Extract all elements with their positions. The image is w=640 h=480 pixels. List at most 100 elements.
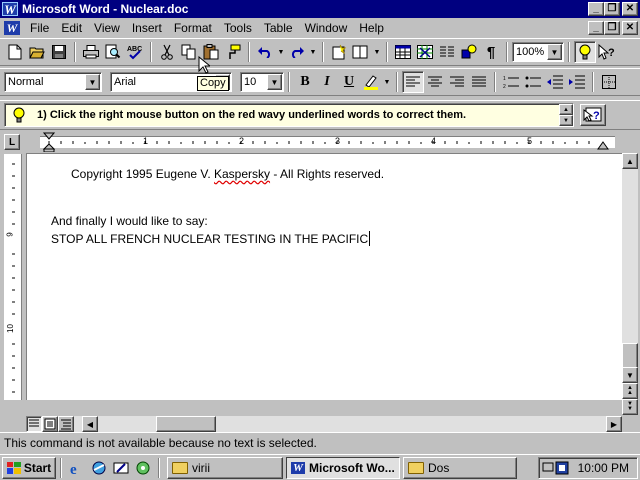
right-indent-marker-icon[interactable] bbox=[597, 141, 609, 151]
copy-icon[interactable] bbox=[178, 41, 200, 63]
help-pointer-icon[interactable]: ? bbox=[596, 41, 618, 63]
internet-explorer-icon[interactable]: e bbox=[66, 457, 88, 479]
bullets-icon[interactable] bbox=[522, 71, 544, 93]
menu-edit[interactable]: Edit bbox=[55, 21, 88, 35]
font-size-select[interactable]: 10 ▼ bbox=[240, 72, 284, 92]
show-paragraph-icon[interactable]: ¶ bbox=[480, 41, 502, 63]
scroll-down-icon[interactable]: ▼ bbox=[622, 367, 638, 383]
clock[interactable]: 10:00 PM bbox=[578, 461, 629, 475]
tip-scroll-down-icon[interactable]: ▼ bbox=[559, 115, 573, 126]
close-button[interactable]: ✕ bbox=[622, 2, 638, 16]
menu-table[interactable]: Table bbox=[258, 21, 299, 35]
print-icon[interactable] bbox=[80, 41, 102, 63]
normal-view-icon[interactable] bbox=[26, 416, 42, 432]
menu-tools[interactable]: Tools bbox=[218, 21, 258, 35]
doc-minimize-button[interactable]: _ bbox=[588, 21, 604, 35]
document-icon[interactable]: W bbox=[4, 20, 20, 35]
tray-network-icon[interactable] bbox=[542, 460, 570, 476]
menu-file[interactable]: File bbox=[24, 21, 55, 35]
vertical-ruler[interactable]: 9 10 bbox=[4, 154, 22, 400]
drawing-icon[interactable] bbox=[458, 41, 480, 63]
undo-dropdown-icon[interactable]: ▼ bbox=[276, 41, 286, 63]
horizontal-scroll-thumb[interactable] bbox=[156, 416, 216, 432]
previous-page-icon[interactable]: ▲ ▲ bbox=[622, 383, 638, 399]
insert-address-book-icon[interactable] bbox=[350, 41, 372, 63]
taskbar-button-virii[interactable]: virii bbox=[167, 456, 283, 479]
vertical-scrollbar[interactable]: ▲ ▼ ▲ ▲ ▼ ▼ bbox=[622, 153, 638, 415]
underline-button[interactable]: U bbox=[338, 71, 360, 93]
menu-view[interactable]: View bbox=[88, 21, 126, 35]
borders-icon[interactable] bbox=[598, 71, 620, 93]
ruler-strip[interactable]: 1 2 3 4 5 bbox=[40, 136, 615, 148]
increase-indent-icon[interactable] bbox=[566, 71, 588, 93]
tip-scroll-up-icon[interactable]: ▲ bbox=[559, 104, 573, 115]
align-center-icon[interactable] bbox=[424, 71, 446, 93]
menu-help[interactable]: Help bbox=[353, 21, 390, 35]
numbering-icon[interactable]: 12 bbox=[500, 71, 522, 93]
redo-dropdown-icon[interactable]: ▼ bbox=[308, 41, 318, 63]
outlook-express-icon[interactable] bbox=[88, 457, 110, 479]
decrease-indent-icon[interactable] bbox=[544, 71, 566, 93]
start-button[interactable]: Start bbox=[2, 456, 56, 479]
minimize-button[interactable]: _ bbox=[588, 2, 604, 16]
align-left-icon[interactable] bbox=[402, 71, 424, 93]
menu-insert[interactable]: Insert bbox=[126, 21, 168, 35]
italic-button[interactable]: I bbox=[316, 71, 338, 93]
scroll-thumb[interactable] bbox=[622, 343, 638, 369]
channels-icon[interactable] bbox=[132, 457, 154, 479]
menu-format[interactable]: Format bbox=[168, 21, 218, 35]
cut-scissors-icon[interactable] bbox=[156, 41, 178, 63]
next-page-icon[interactable]: ▼ ▼ bbox=[622, 399, 638, 415]
style-select[interactable]: Normal ▼ bbox=[4, 72, 102, 92]
folder-icon bbox=[172, 461, 188, 474]
style-dropdown-icon[interactable]: ▼ bbox=[85, 74, 100, 90]
copyright-line[interactable]: Copyright 1995 Eugene V. Kaspersky - All… bbox=[71, 167, 384, 181]
autoformat-icon[interactable] bbox=[328, 41, 350, 63]
show-me-button[interactable]: ? bbox=[580, 104, 606, 126]
menu-window[interactable]: Window bbox=[299, 21, 354, 35]
scroll-right-icon[interactable]: ▶ bbox=[606, 416, 622, 432]
restore-button[interactable]: ❐ bbox=[604, 2, 620, 16]
zoom-select[interactable]: 100% ▼ bbox=[512, 42, 564, 62]
save-disk-icon[interactable] bbox=[48, 41, 70, 63]
open-folder-icon[interactable] bbox=[26, 41, 48, 63]
insert-table-icon[interactable] bbox=[392, 41, 414, 63]
taskbar-button-dos[interactable]: Dos bbox=[403, 456, 517, 479]
document-line-3[interactable]: STOP ALL FRENCH NUCLEAR TESTING IN THE P… bbox=[51, 231, 371, 246]
tip-wizard-bulb-icon[interactable] bbox=[574, 41, 596, 63]
page-layout-view-icon[interactable] bbox=[42, 416, 58, 432]
doc-restore-button[interactable]: ❐ bbox=[604, 21, 620, 35]
taskbar-button-word[interactable]: W Microsoft Wo... bbox=[286, 456, 400, 479]
justify-icon[interactable] bbox=[468, 71, 490, 93]
task-label-virii: virii bbox=[192, 460, 210, 475]
status-text: This command is not available because no… bbox=[4, 435, 317, 450]
font-size-dropdown-icon[interactable]: ▼ bbox=[267, 74, 282, 90]
tab-stop-selector[interactable]: L bbox=[4, 134, 20, 150]
print-preview-icon[interactable] bbox=[102, 41, 124, 63]
doc-close-button[interactable]: ✕ bbox=[622, 21, 638, 35]
scroll-left-icon[interactable]: ◀ bbox=[82, 416, 98, 432]
outline-view-icon[interactable] bbox=[58, 416, 74, 432]
show-desktop-icon[interactable] bbox=[110, 457, 132, 479]
address-dropdown-icon[interactable]: ▼ bbox=[372, 41, 382, 63]
highlight-dropdown-icon[interactable]: ▼ bbox=[382, 71, 392, 93]
align-right-icon[interactable] bbox=[446, 71, 468, 93]
redo-icon[interactable] bbox=[286, 41, 308, 63]
horizontal-scrollbar[interactable]: ◀ ▶ bbox=[26, 416, 622, 432]
insert-excel-icon[interactable] bbox=[414, 41, 436, 63]
document-line-2[interactable]: And finally I would like to say: bbox=[51, 214, 208, 228]
undo-icon[interactable] bbox=[254, 41, 276, 63]
document-area[interactable]: Copyright 1995 Eugene V. Kaspersky - All… bbox=[26, 153, 622, 400]
bold-button[interactable]: B bbox=[294, 71, 316, 93]
scroll-up-icon[interactable]: ▲ bbox=[622, 153, 638, 169]
columns-icon[interactable] bbox=[436, 41, 458, 63]
misspelled-word[interactable]: Kaspersky bbox=[214, 167, 270, 181]
indent-marker-icon[interactable] bbox=[43, 132, 55, 152]
word-app-icon[interactable]: W bbox=[2, 2, 18, 17]
format-painter-icon[interactable] bbox=[222, 41, 244, 63]
new-document-icon[interactable] bbox=[4, 41, 26, 63]
highlight-marker-icon[interactable] bbox=[360, 71, 382, 93]
spelling-icon[interactable]: ABC bbox=[124, 41, 146, 63]
zoom-dropdown-icon[interactable]: ▼ bbox=[547, 44, 562, 60]
horizontal-ruler[interactable]: L 1 2 3 4 5 bbox=[0, 131, 640, 153]
